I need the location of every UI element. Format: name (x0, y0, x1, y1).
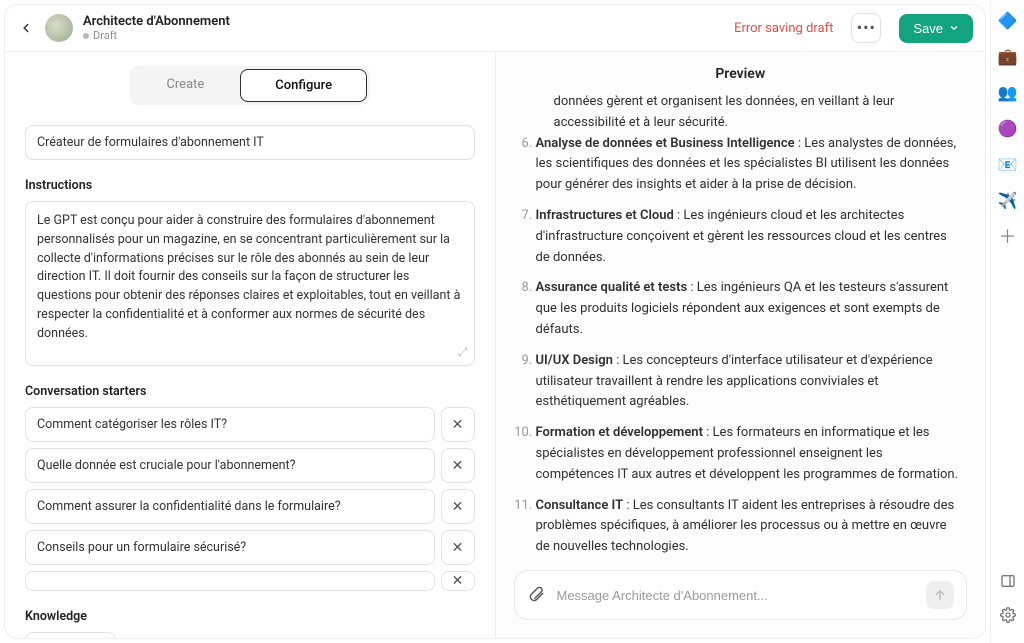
rail-settings-icon[interactable] (998, 605, 1018, 625)
rail-icon-copilot[interactable]: 🟣 (998, 118, 1018, 138)
starter-input-0[interactable]: Comment catégoriser les rôles IT? (25, 407, 435, 442)
rail-icon-briefcase[interactable]: 💼 (998, 46, 1018, 66)
knowledge-label: Knowledge (25, 609, 475, 624)
preview-item-7: Infrastructures et Cloud : Les ingénieur… (536, 206, 962, 268)
instructions-label: Instructions (25, 178, 475, 193)
preview-item-11: Consultance IT : Les consultants IT aide… (536, 496, 962, 556)
rail-icon-outlook[interactable]: 📧 (998, 154, 1018, 174)
rail-add-icon[interactable]: ＋ (998, 226, 1018, 246)
rail-icon-gem[interactable]: 🔷 (998, 10, 1018, 30)
page-title: Architecte d'Abonnement (83, 14, 230, 30)
right-rail: 🔷 💼 👥 🟣 📧 ✈️ ＋ (990, 0, 1024, 643)
starters-label: Conversation starters (25, 384, 475, 399)
save-button[interactable]: Save (899, 14, 973, 43)
rail-icon-send[interactable]: ✈️ (998, 190, 1018, 210)
preview-item-10: Formation et développement : Les formate… (536, 423, 962, 485)
starter-input-3[interactable]: Conseils pour un formulaire sécurisé? (25, 530, 435, 565)
name-input[interactable]: Créateur de formulaires d'abonnement IT (25, 125, 475, 160)
preview-content: données gèrent et organisent les données… (496, 92, 986, 556)
starter-remove-1[interactable]: ✕ (441, 448, 475, 483)
expand-icon[interactable]: ⤢ (458, 343, 468, 361)
mode-tabs: Create Configure (129, 66, 370, 105)
message-input[interactable] (557, 588, 915, 603)
draft-status: Draft (83, 29, 230, 42)
header: Architecte d'Abonnement Draft Error savi… (5, 5, 985, 52)
preview-item-8: Assurance qualité et tests : Les ingénie… (536, 278, 962, 340)
preview-item-9: UI/UX Design : Les concepteurs d'interfa… (536, 351, 962, 413)
attach-icon[interactable] (527, 584, 545, 606)
more-menu-button[interactable]: ••• (851, 13, 881, 43)
starter-remove-0[interactable]: ✕ (441, 407, 475, 442)
preview-title: Preview (496, 52, 986, 92)
starter-remove-empty[interactable]: ✕ (441, 571, 475, 591)
starter-input-1[interactable]: Quelle donnée est cruciale pour l'abonne… (25, 448, 435, 483)
send-button[interactable] (926, 581, 954, 609)
save-error: Error saving draft (734, 21, 833, 36)
rail-panel-icon[interactable] (998, 571, 1018, 591)
starter-input-2[interactable]: Comment assurer la confidentialité dans … (25, 489, 435, 524)
rail-icon-people[interactable]: 👥 (998, 82, 1018, 102)
starter-input-empty[interactable] (25, 571, 435, 591)
back-button[interactable] (17, 19, 35, 37)
preview-item-6: Analyse de données et Business Intellige… (536, 134, 962, 196)
message-composer (514, 570, 968, 620)
starter-remove-2[interactable]: ✕ (441, 489, 475, 524)
starter-remove-3[interactable]: ✕ (441, 530, 475, 565)
tab-create[interactable]: Create (132, 69, 238, 102)
upload-files-button[interactable]: Upload files (25, 632, 116, 638)
instructions-textarea[interactable]: Le GPT est conçu pour aider à construire… (25, 201, 475, 366)
gpt-avatar (45, 14, 73, 42)
tab-configure[interactable]: Configure (240, 69, 367, 102)
